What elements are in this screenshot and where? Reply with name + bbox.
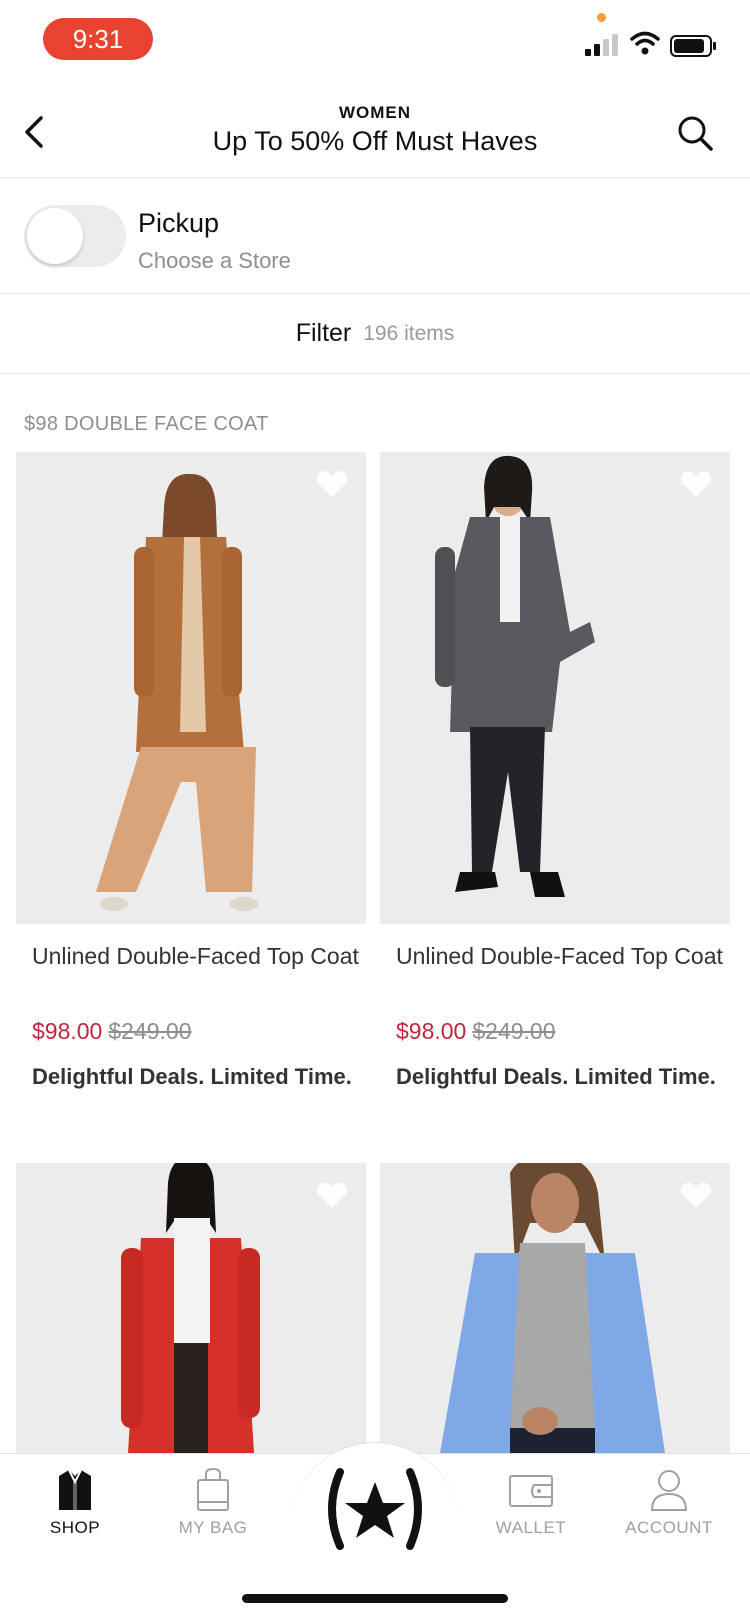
product-image[interactable]: [380, 452, 730, 924]
wifi-icon: [630, 31, 660, 55]
product-card[interactable]: [16, 1163, 366, 1453]
cellular-signal-icon: [585, 34, 618, 56]
tab-my-bag[interactable]: MY BAG: [158, 1468, 268, 1548]
person-icon: [650, 1470, 688, 1511]
pickup-label: Pickup: [138, 208, 220, 238]
tab-wallet[interactable]: WALLET: [476, 1468, 586, 1548]
tab-bar: SHOP MY BAG WALLET ACCOUNT: [0, 1442, 750, 1620]
wallet-icon: [509, 1475, 553, 1507]
pickup-row: Pickup Choose a Store: [0, 178, 750, 294]
pickup-toggle[interactable]: [24, 205, 126, 267]
product-photo: [380, 1163, 730, 1453]
filter-button[interactable]: Filter 196 items: [0, 294, 750, 374]
price-row: $98.00 $249.00: [396, 1018, 556, 1045]
tab-label: MY BAG: [178, 1518, 248, 1537]
tab-rewards[interactable]: [322, 1464, 428, 1554]
product-image[interactable]: [380, 1163, 730, 1453]
product-image[interactable]: [16, 452, 366, 924]
home-indicator[interactable]: [242, 1594, 508, 1603]
bag-icon: [197, 1468, 229, 1511]
tab-label: SHOP: [49, 1518, 101, 1537]
category-label: WOMEN: [338, 103, 412, 122]
product-name[interactable]: Unlined Double-Faced Top Coat: [32, 940, 362, 972]
heart-icon[interactable]: [680, 470, 712, 498]
original-price: $249.00: [108, 1018, 192, 1044]
choose-store-link[interactable]: Choose a Store: [138, 248, 291, 274]
tab-label: WALLET: [495, 1518, 567, 1537]
status-time: 9:31: [43, 18, 153, 60]
filter-label: Filter: [295, 319, 352, 347]
heart-icon[interactable]: [316, 1181, 348, 1209]
price-row: $98.00 $249.00: [32, 1018, 192, 1045]
product-card[interactable]: Unlined Double-Faced Top Coat $98.00 $249…: [380, 452, 730, 1122]
sale-price: $98.00: [32, 1018, 103, 1044]
shirt-icon: [59, 1469, 91, 1510]
product-photo: [16, 452, 366, 924]
privacy-indicator-dot: [597, 13, 606, 22]
nav-header: WOMEN Up To 50% Off Must Haves: [0, 88, 750, 178]
product-photo: [16, 1163, 366, 1453]
toggle-knob: [27, 208, 83, 264]
product-name[interactable]: Unlined Double-Faced Top Coat: [396, 940, 726, 972]
status-bar: 9:31: [0, 0, 750, 88]
section-label: $98 DOUBLE FACE COAT: [24, 413, 269, 435]
tab-shop[interactable]: SHOP: [20, 1468, 130, 1548]
search-button[interactable]: [670, 108, 720, 158]
promo-text: Delightful Deals. Limited Time.: [396, 1064, 716, 1089]
tab-label: ACCOUNT: [625, 1518, 713, 1537]
heart-icon[interactable]: [680, 1181, 712, 1209]
battery-icon: [670, 35, 716, 57]
product-image[interactable]: [16, 1163, 366, 1453]
promo-text: Delightful Deals. Limited Time.: [32, 1064, 352, 1089]
star-rewards-icon: [328, 1468, 422, 1550]
tab-account[interactable]: ACCOUNT: [614, 1468, 724, 1548]
product-photo: [380, 452, 730, 924]
original-price: $249.00: [472, 1018, 556, 1044]
heart-icon[interactable]: [316, 470, 348, 498]
item-count: 196 items: [363, 321, 455, 345]
search-icon: [678, 116, 713, 151]
sale-price: $98.00: [396, 1018, 467, 1044]
product-card[interactable]: [380, 1163, 730, 1453]
page-title: Up To 50% Off Must Haves: [212, 126, 538, 156]
product-card[interactable]: Unlined Double-Faced Top Coat $98.00 $249…: [16, 452, 366, 1122]
